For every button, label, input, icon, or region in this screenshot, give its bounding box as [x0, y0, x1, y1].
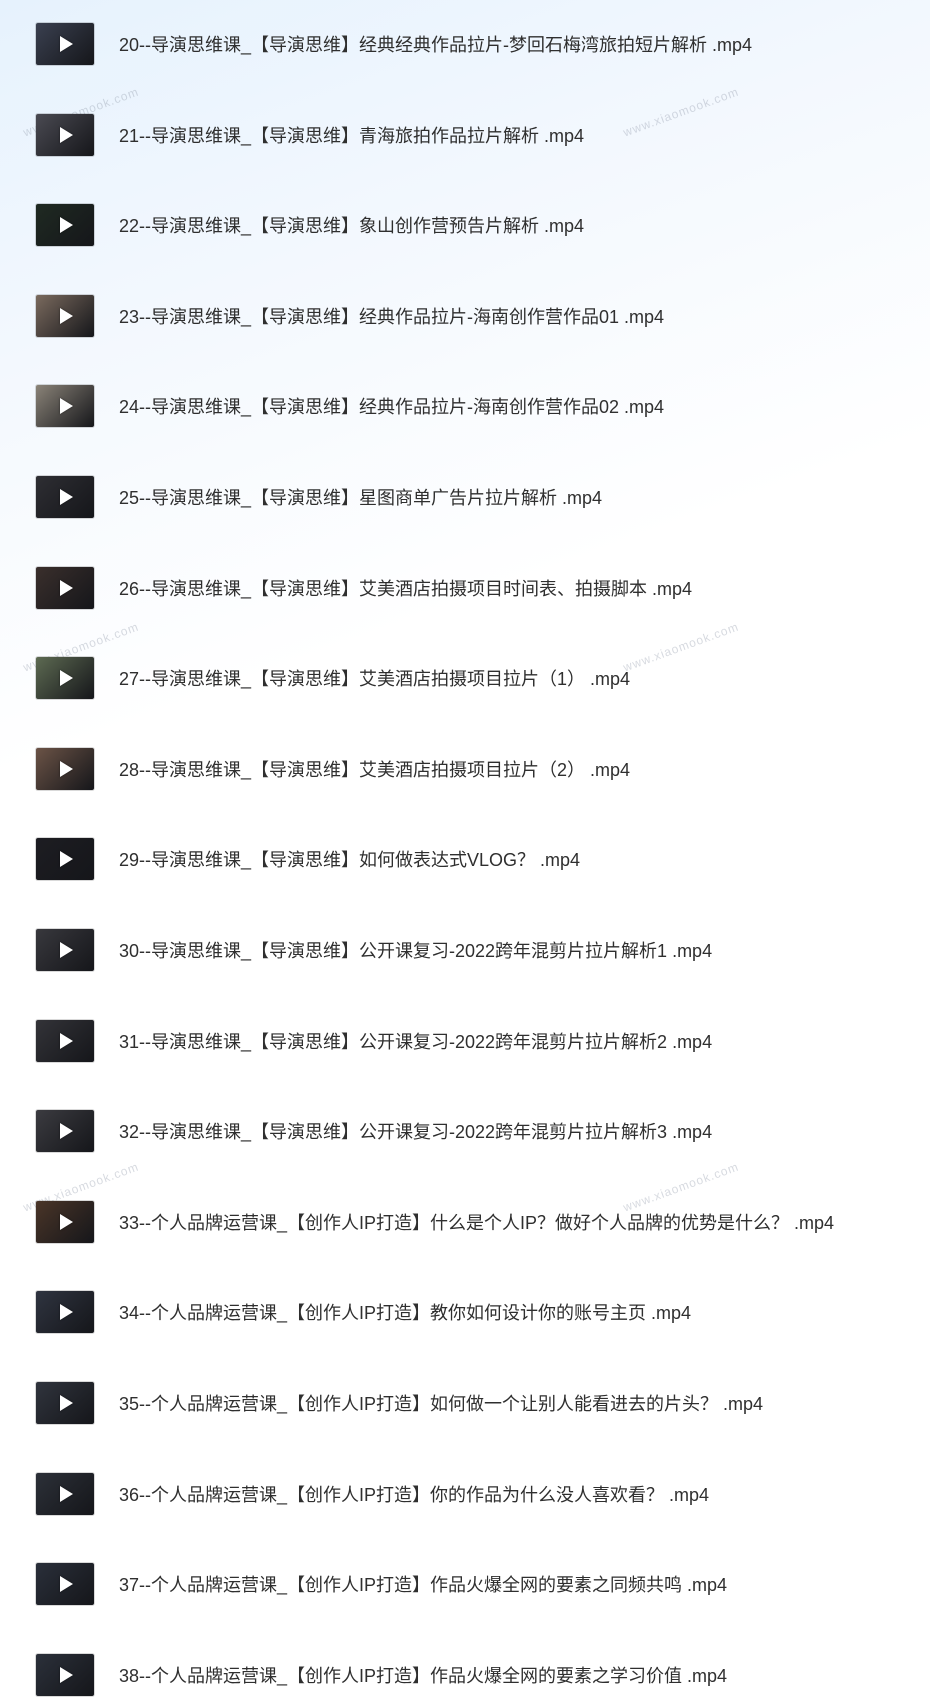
video-thumbnail-icon[interactable] — [36, 1382, 94, 1424]
play-icon — [60, 1214, 73, 1230]
file-name[interactable]: 28--导演思维课_【导演思维】艾美酒店拍摄项目拉片（2） .mp4 — [119, 756, 630, 782]
file-row[interactable]: 37--个人品牌运营课_【创作人IP打造】作品火爆全网的要素之同频共鸣 .mp4 — [36, 1562, 727, 1606]
file-row[interactable]: 24--导演思维课_【导演思维】经典作品拉片-海南创作营作品02 .mp4 — [36, 384, 664, 428]
video-thumbnail-icon[interactable] — [36, 295, 94, 337]
play-icon — [60, 127, 73, 143]
file-name[interactable]: 34--个人品牌运营课_【创作人IP打造】教你如何设计你的账号主页 .mp4 — [119, 1299, 691, 1325]
play-icon — [60, 942, 73, 958]
video-thumbnail-icon[interactable] — [36, 1654, 94, 1696]
play-icon — [60, 1486, 73, 1502]
file-row[interactable]: 38--个人品牌运营课_【创作人IP打造】作品火爆全网的要素之学习价值 .mp4 — [36, 1653, 727, 1697]
play-icon — [60, 1576, 73, 1592]
play-icon — [60, 217, 73, 233]
watermark: www.xiaomook.com — [621, 84, 741, 140]
video-thumbnail-icon[interactable] — [36, 1563, 94, 1605]
file-name[interactable]: 30--导演思维课_【导演思维】公开课复习-2022跨年混剪片拉片解析1 .mp… — [119, 937, 712, 963]
file-row[interactable]: 31--导演思维课_【导演思维】公开课复习-2022跨年混剪片拉片解析2 .mp… — [36, 1019, 712, 1063]
file-row[interactable]: 35--个人品牌运营课_【创作人IP打造】如何做一个让别人能看进去的片头？ .m… — [36, 1381, 763, 1425]
play-icon — [60, 36, 73, 52]
file-row[interactable]: 25--导演思维课_【导演思维】星图商单广告片拉片解析 .mp4 — [36, 475, 602, 519]
file-name[interactable]: 21--导演思维课_【导演思维】青海旅拍作品拉片解析 .mp4 — [119, 122, 584, 148]
play-icon — [60, 1123, 73, 1139]
video-thumbnail-icon[interactable] — [36, 1110, 94, 1152]
play-icon — [60, 1033, 73, 1049]
file-name[interactable]: 31--导演思维课_【导演思维】公开课复习-2022跨年混剪片拉片解析2 .mp… — [119, 1028, 712, 1054]
play-icon — [60, 761, 73, 777]
watermark: www.xiaomook.com — [621, 619, 741, 675]
play-icon — [60, 580, 73, 596]
file-row[interactable]: 30--导演思维课_【导演思维】公开课复习-2022跨年混剪片拉片解析1 .mp… — [36, 928, 712, 972]
file-name[interactable]: 35--个人品牌运营课_【创作人IP打造】如何做一个让别人能看进去的片头？ .m… — [119, 1390, 763, 1416]
video-thumbnail-icon[interactable] — [36, 476, 94, 518]
video-thumbnail-icon[interactable] — [36, 657, 94, 699]
file-row[interactable]: 20--导演思维课_【导演思维】经典经典作品拉片-梦回石梅湾旅拍短片解析 .mp… — [36, 22, 752, 66]
play-icon — [60, 851, 73, 867]
file-row[interactable]: 32--导演思维课_【导演思维】公开课复习-2022跨年混剪片拉片解析3 .mp… — [36, 1109, 712, 1153]
video-thumbnail-icon[interactable] — [36, 204, 94, 246]
video-thumbnail-icon[interactable] — [36, 748, 94, 790]
play-icon — [60, 1667, 73, 1683]
file-name[interactable]: 27--导演思维课_【导演思维】艾美酒店拍摄项目拉片（1） .mp4 — [119, 665, 630, 691]
video-thumbnail-icon[interactable] — [36, 838, 94, 880]
file-row[interactable]: 27--导演思维课_【导演思维】艾美酒店拍摄项目拉片（1） .mp4 — [36, 656, 630, 700]
play-icon — [60, 1304, 73, 1320]
file-row[interactable]: 21--导演思维课_【导演思维】青海旅拍作品拉片解析 .mp4 — [36, 113, 584, 157]
video-thumbnail-icon[interactable] — [36, 114, 94, 156]
file-row[interactable]: 29--导演思维课_【导演思维】如何做表达式VLOG？ .mp4 — [36, 837, 580, 881]
file-row[interactable]: 26--导演思维课_【导演思维】艾美酒店拍摄项目时间表、拍摄脚本 .mp4 — [36, 566, 692, 610]
file-name[interactable]: 38--个人品牌运营课_【创作人IP打造】作品火爆全网的要素之学习价值 .mp4 — [119, 1662, 727, 1688]
file-row[interactable]: 22--导演思维课_【导演思维】象山创作营预告片解析 .mp4 — [36, 203, 584, 247]
file-name[interactable]: 37--个人品牌运营课_【创作人IP打造】作品火爆全网的要素之同频共鸣 .mp4 — [119, 1571, 727, 1597]
file-name[interactable]: 29--导演思维课_【导演思维】如何做表达式VLOG？ .mp4 — [119, 846, 580, 872]
file-name[interactable]: 32--导演思维课_【导演思维】公开课复习-2022跨年混剪片拉片解析3 .mp… — [119, 1118, 712, 1144]
video-thumbnail-icon[interactable] — [36, 385, 94, 427]
file-name[interactable]: 25--导演思维课_【导演思维】星图商单广告片拉片解析 .mp4 — [119, 484, 602, 510]
video-thumbnail-icon[interactable] — [36, 1201, 94, 1243]
play-icon — [60, 398, 73, 414]
video-thumbnail-icon[interactable] — [36, 929, 94, 971]
file-name[interactable]: 33--个人品牌运营课_【创作人IP打造】什么是个人IP？做好个人品牌的优势是什… — [119, 1209, 834, 1235]
file-row[interactable]: 36--个人品牌运营课_【创作人IP打造】你的作品为什么没人喜欢看？ .mp4 — [36, 1472, 709, 1516]
video-thumbnail-icon[interactable] — [36, 1020, 94, 1062]
video-thumbnail-icon[interactable] — [36, 23, 94, 65]
file-row[interactable]: 28--导演思维课_【导演思维】艾美酒店拍摄项目拉片（2） .mp4 — [36, 747, 630, 791]
play-icon — [60, 1395, 73, 1411]
file-name[interactable]: 26--导演思维课_【导演思维】艾美酒店拍摄项目时间表、拍摄脚本 .mp4 — [119, 575, 692, 601]
file-name[interactable]: 36--个人品牌运营课_【创作人IP打造】你的作品为什么没人喜欢看？ .mp4 — [119, 1481, 709, 1507]
play-icon — [60, 308, 73, 324]
video-thumbnail-icon[interactable] — [36, 1291, 94, 1333]
file-name[interactable]: 22--导演思维课_【导演思维】象山创作营预告片解析 .mp4 — [119, 212, 584, 238]
file-name[interactable]: 23--导演思维课_【导演思维】经典作品拉片-海南创作营作品01 .mp4 — [119, 303, 664, 329]
play-icon — [60, 489, 73, 505]
video-thumbnail-icon[interactable] — [36, 1473, 94, 1515]
file-row[interactable]: 34--个人品牌运营课_【创作人IP打造】教你如何设计你的账号主页 .mp4 — [36, 1290, 691, 1334]
file-row[interactable]: 33--个人品牌运营课_【创作人IP打造】什么是个人IP？做好个人品牌的优势是什… — [36, 1200, 834, 1244]
file-name[interactable]: 20--导演思维课_【导演思维】经典经典作品拉片-梦回石梅湾旅拍短片解析 .mp… — [119, 31, 752, 57]
video-thumbnail-icon[interactable] — [36, 567, 94, 609]
file-row[interactable]: 23--导演思维课_【导演思维】经典作品拉片-海南创作营作品01 .mp4 — [36, 294, 664, 338]
play-icon — [60, 670, 73, 686]
file-name[interactable]: 24--导演思维课_【导演思维】经典作品拉片-海南创作营作品02 .mp4 — [119, 393, 664, 419]
